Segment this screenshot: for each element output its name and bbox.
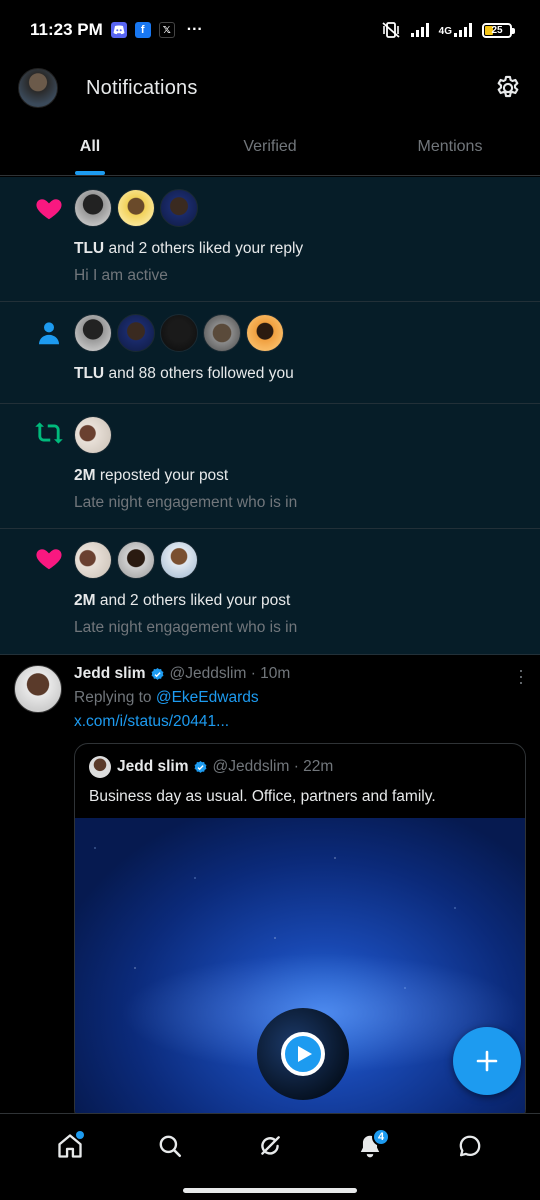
tab-verified[interactable]: Verified (180, 118, 360, 175)
compose-button[interactable] (453, 1027, 521, 1095)
plus-icon (476, 1050, 498, 1072)
avatar[interactable] (203, 314, 241, 352)
home-indicator[interactable] (183, 1188, 357, 1193)
status-right: 4G 25 (381, 21, 515, 39)
play-button[interactable] (257, 1008, 349, 1100)
notification-item[interactable]: TLU and 2 others liked your reply Hi I a… (0, 177, 540, 302)
nav-home[interactable] (50, 1126, 90, 1166)
quote-handle-time: @Jeddslim · 22m (212, 758, 334, 775)
tweet-link[interactable]: x.com/i/status/20441... (74, 713, 526, 731)
avatar[interactable] (74, 314, 112, 352)
notification-item[interactable]: 2M and 2 others liked your post Late nig… (0, 529, 540, 655)
status-bar: 11:23 PM f 𝕏 ··· 4G 25 (0, 0, 540, 60)
replying-to-link[interactable]: @EkeEdwards (156, 689, 259, 706)
notification-preview: Hi I am active (74, 267, 168, 284)
avatar-group (74, 541, 524, 579)
grok-icon (261, 1135, 280, 1155)
vibrate-off-icon (382, 22, 400, 38)
notification-item[interactable]: 2M reposted your post Late night engagem… (0, 404, 540, 529)
gear-icon[interactable] (494, 74, 522, 102)
avatar[interactable] (160, 541, 198, 579)
facebook-icon: f (134, 22, 151, 38)
notification-text: TLU and 2 others liked your reply (74, 240, 304, 257)
avatar-group (74, 189, 524, 227)
avatar[interactable] (74, 541, 112, 579)
nav-search[interactable] (150, 1126, 190, 1166)
search-icon (159, 1135, 182, 1157)
avatar[interactable] (74, 416, 112, 454)
quote-avatar (89, 756, 111, 778)
avatar[interactable] (160, 314, 198, 352)
battery-icon: 25 (482, 22, 515, 38)
chat-icon (459, 1135, 481, 1156)
notification-preview: Late night engagement who is in (74, 619, 298, 636)
tweet-handle-time: @Jeddslim · 10m (169, 665, 291, 682)
header: Notifications (0, 60, 540, 116)
more-notifications-icon: ··· (186, 21, 203, 38)
quote-author-name: Jedd slim (117, 758, 189, 775)
discord-icon (110, 22, 127, 38)
repost-icon (35, 422, 63, 444)
tweet-author-name[interactable]: Jedd slim (74, 665, 146, 683)
notification-item[interactable]: TLU and 88 others followed you (0, 302, 540, 404)
tab-mentions[interactable]: Mentions (360, 118, 540, 175)
status-time: 11:23 PM (30, 20, 103, 39)
quote-header: Jedd slim @Jeddslim · 22m (75, 744, 525, 778)
avatar[interactable] (246, 314, 284, 352)
avatar[interactable] (160, 189, 198, 227)
tweet-header: Jedd slim @Jeddslim · 10m (74, 665, 526, 683)
avatar[interactable] (117, 314, 155, 352)
signal-2-icon (454, 23, 472, 37)
notification-text: 2M reposted your post (74, 467, 229, 484)
verified-badge-icon (151, 667, 163, 680)
notification-list: TLU and 2 others liked your reply Hi I a… (0, 177, 540, 655)
battery-level: 25 (491, 24, 503, 36)
verified-badge-icon (194, 760, 206, 773)
person-icon (39, 322, 59, 345)
nav-grok[interactable] (250, 1126, 290, 1166)
network-type: 4G (438, 26, 452, 37)
home-unread-dot (76, 1130, 84, 1139)
avatar[interactable] (74, 189, 112, 227)
replying-to: Replying to @EkeEdwards (74, 689, 259, 706)
notification-badge: 4 (372, 1127, 390, 1146)
avatar-group (74, 314, 524, 352)
heart-icon (36, 549, 62, 570)
page-title: Notifications (86, 76, 198, 99)
notification-tabs: All Verified Mentions (0, 118, 540, 176)
heart-icon (36, 199, 62, 220)
bottom-nav: 4 (0, 1113, 540, 1177)
status-app-icons: f 𝕏 ··· (110, 21, 203, 39)
avatar[interactable] (117, 189, 155, 227)
notification-text: 2M and 2 others liked your post (74, 592, 291, 609)
profile-avatar[interactable] (18, 68, 58, 108)
notification-preview: Late night engagement who is in (74, 494, 298, 511)
tab-all[interactable]: All (0, 118, 180, 175)
more-options-icon[interactable]: · · · (518, 661, 524, 691)
play-icon (281, 1032, 325, 1076)
nav-messages[interactable] (450, 1126, 490, 1166)
nav-notifications[interactable]: 4 (350, 1126, 390, 1166)
avatar-group (74, 416, 524, 454)
signal-icon (410, 23, 429, 37)
tweet-avatar[interactable] (14, 665, 62, 713)
notification-text: TLU and 88 others followed you (74, 365, 294, 382)
avatar[interactable] (117, 541, 155, 579)
x-icon: 𝕏 (158, 22, 175, 38)
quote-text: Business day as usual. Office, partners … (89, 788, 436, 805)
